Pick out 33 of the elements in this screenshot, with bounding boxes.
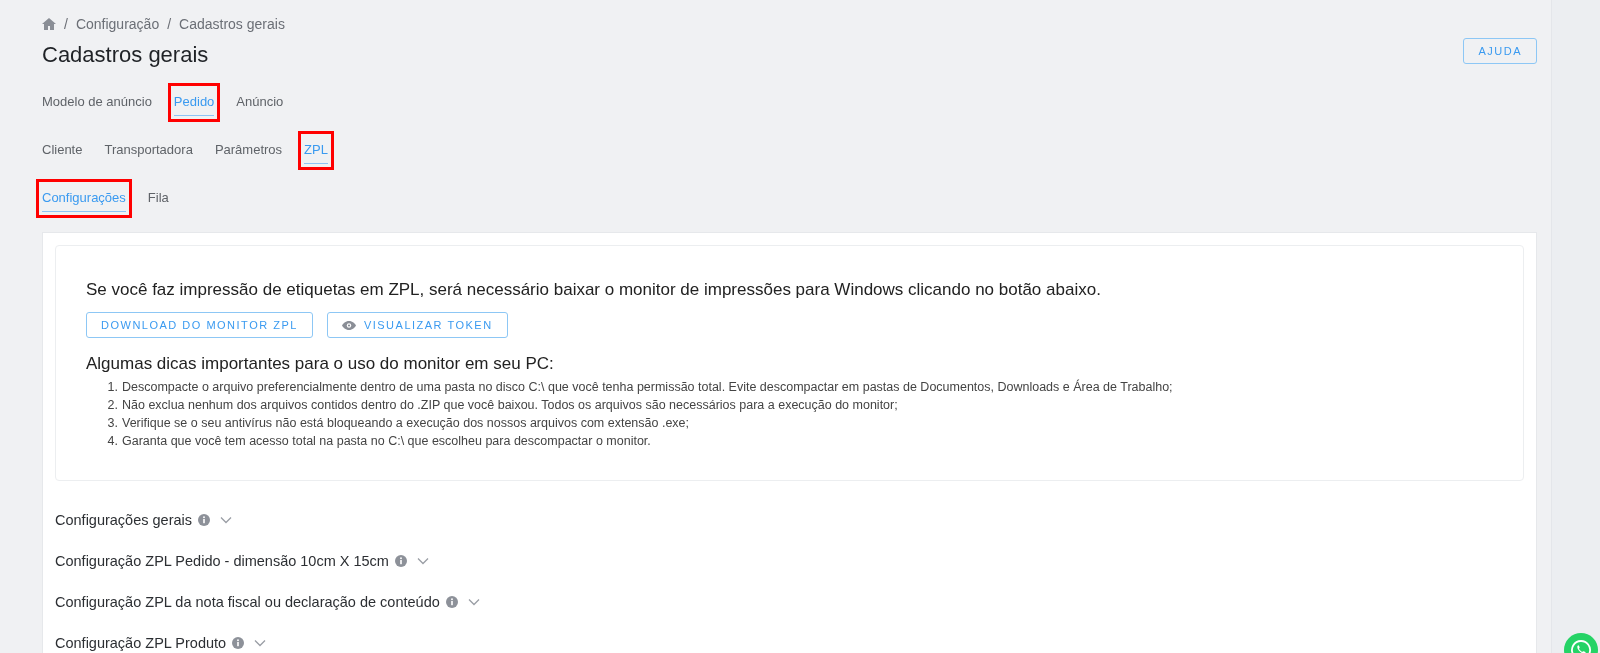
intro-text: Se você faz impressão de etiquetas em ZPL, será necessário baixar o monitor de impressões para Windows clicando no botão abaixo. [86,280,1102,300]
tips-heading: Algumas dicas importantes para o uso do monitor em seu PC: [86,354,555,374]
breadcrumb-link[interactable]: Cadastros gerais [179,16,285,32]
tab[interactable]: Transportadora [104,138,193,164]
tab[interactable]: Cliente [42,138,83,164]
info-icon [394,554,407,567]
list-number: 4. [106,433,118,450]
info-icon [232,636,245,649]
list-number: 3. [106,415,118,432]
tip-text: Garanta que você tem acesso total na pasta no C:\ que escolheu para descompactar o monitor. [122,433,651,450]
list-number: 2. [106,397,118,414]
download-button[interactable]: DOWNLOAD DO MONITOR ZPL [86,312,313,338]
accordion-header[interactable]: Configuração ZPL Produto [55,622,1524,653]
tab[interactable]: Anúncio [236,90,284,116]
separator: / [167,16,172,32]
separator: / [64,16,68,32]
info-icon [445,595,458,608]
info-icon [198,513,211,526]
tab[interactable]: Fila [147,186,169,212]
home-icon[interactable] [42,18,56,30]
tip-text: Descompacte o arquivo preferencialmente dentro de uma pasta no disco C:\ que você tenha permissão total. Evite descompactar em pastas de Documentos, Downloads e Área de Trabalho; [122,378,1173,396]
list-number: 1. [106,379,118,396]
tip-text: Verifique se o seu antivírus não está bloqueando a execução dos nossos arquivos com extensão .exe; [122,415,690,432]
tab[interactable]: Modelo de anúncio [42,90,152,116]
eye-icon [341,320,356,330]
accordion-header[interactable]: Configurações gerais [55,499,1524,540]
tab[interactable]: Parâmetros [214,138,283,164]
accordion-header[interactable]: Configuração ZPL da nota fiscal ou declaração de conteúdo [55,581,1524,622]
tip-text: Não exclua nenhum dos arquivos contidos dentro do .ZIP que você baixou. Todos os arquivos são necessários para a execução do monitor; [122,397,898,414]
view-token-button[interactable]: VISUALIZAR TOKEN [326,312,508,338]
breadcrumb-link[interactable]: Configuração [75,16,160,32]
page-title: Cadastros gerais [42,42,209,68]
accordion-header[interactable]: Configuração ZPL Pedido - dimensão 10cm X 15cm [55,540,1524,581]
